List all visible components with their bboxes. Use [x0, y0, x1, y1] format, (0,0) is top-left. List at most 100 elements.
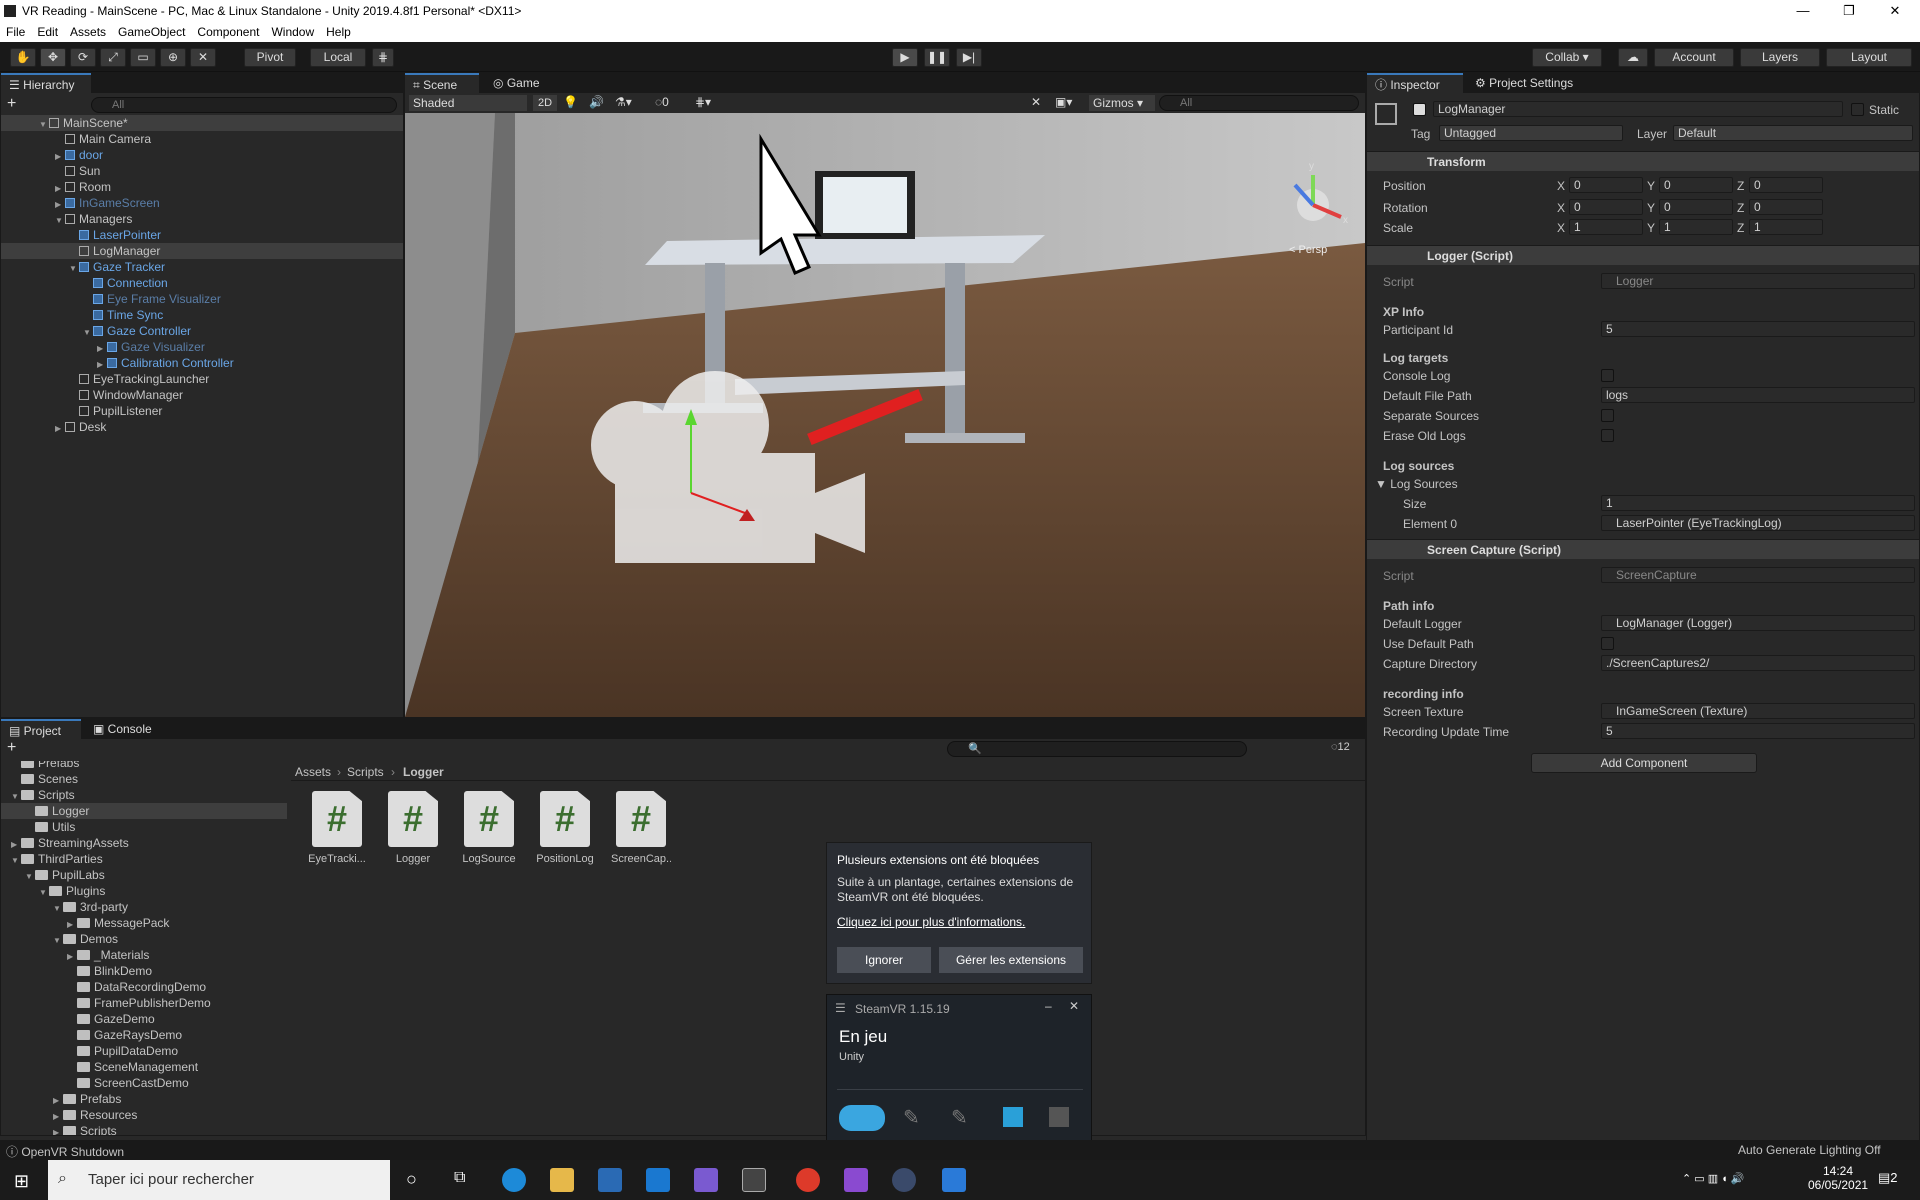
- script-asset[interactable]: # EyeTracki...: [307, 791, 367, 865]
- tools-icon[interactable]: ✕: [1031, 95, 1051, 109]
- tab-project-settings[interactable]: ⚙ Project Settings: [1467, 73, 1597, 93]
- transform-pos-y-field[interactable]: 0: [1659, 177, 1733, 193]
- transform-scl-x-field[interactable]: 1: [1569, 219, 1643, 235]
- unity-icon[interactable]: [742, 1168, 766, 1192]
- folder-item[interactable]: ▼ Demos: [1, 931, 287, 947]
- transform-tool-icon[interactable]: ⊕: [160, 48, 186, 67]
- scene-root[interactable]: ▼ MainScene*: [1, 115, 403, 131]
- console-log-checkbox[interactable]: [1601, 369, 1614, 382]
- folder-item[interactable]: SceneManagement: [1, 1059, 287, 1075]
- hierarchy-item[interactable]: Eye Frame Visualizer: [1, 291, 403, 307]
- git-icon[interactable]: [694, 1168, 718, 1192]
- script-asset[interactable]: # LogSource: [459, 791, 519, 865]
- grid-snap-icon[interactable]: ⋕: [372, 48, 394, 67]
- hierarchy-item[interactable]: Connection: [1, 275, 403, 291]
- static-checkbox[interactable]: [1851, 103, 1864, 116]
- folder-item[interactable]: FramePublisherDemo: [1, 995, 287, 1011]
- folder-item[interactable]: ▼ PupilLabs: [1, 867, 287, 883]
- hierarchy-item[interactable]: ▼ Gaze Tracker: [1, 259, 403, 275]
- default-file-path-field[interactable]: logs: [1601, 387, 1915, 403]
- windows-start-icon[interactable]: ⊞: [14, 1171, 29, 1192]
- edge-icon[interactable]: [502, 1168, 526, 1192]
- mail-icon[interactable]: [646, 1168, 670, 1192]
- notification-icon[interactable]: ▤2: [1878, 1170, 1898, 1186]
- store-icon[interactable]: [598, 1168, 622, 1192]
- 2d-toggle[interactable]: 2D: [533, 95, 557, 111]
- shading-dropdown[interactable]: Shaded: [409, 95, 527, 111]
- hierarchy-item[interactable]: EyeTrackingLauncher: [1, 371, 403, 387]
- steamvr-icon[interactable]: [892, 1168, 916, 1192]
- transform-header[interactable]: Transform: [1367, 151, 1919, 171]
- play-button[interactable]: ▶: [892, 48, 918, 67]
- menu-assets[interactable]: Assets: [64, 22, 112, 39]
- scale-tool-icon[interactable]: ⤢: [100, 48, 126, 67]
- folder-item[interactable]: GazeDemo: [1, 1011, 287, 1027]
- transform-scl-z-field[interactable]: 1: [1749, 219, 1823, 235]
- rect-tool-icon[interactable]: ▭: [130, 48, 156, 67]
- notice-info-link[interactable]: Cliquez ici pour plus d'informations.: [837, 915, 1025, 929]
- folder-item[interactable]: ▶ StreamingAssets: [1, 835, 287, 851]
- cortana-icon[interactable]: ○: [406, 1169, 417, 1190]
- chrome-icon[interactable]: [796, 1168, 820, 1192]
- tab-inspector[interactable]: ⓘ Inspector: [1367, 73, 1463, 93]
- tab-console[interactable]: ▣ Console: [85, 719, 165, 739]
- tag-dropdown[interactable]: Untagged: [1439, 125, 1623, 141]
- tab-project[interactable]: ▤ Project: [1, 719, 81, 739]
- size-field[interactable]: 1: [1601, 495, 1915, 511]
- hierarchy-item[interactable]: ▶ Desk: [1, 419, 403, 435]
- folder-item[interactable]: DataRecordingDemo: [1, 979, 287, 995]
- erase-old-logs-checkbox[interactable]: [1601, 429, 1614, 442]
- hierarchy-item[interactable]: Main Camera: [1, 131, 403, 147]
- folder-item[interactable]: ScreenCastDemo: [1, 1075, 287, 1091]
- folder-item[interactable]: Utils: [1, 819, 287, 835]
- camera-icon[interactable]: ▣▾: [1055, 95, 1085, 109]
- project-create-plus-icon[interactable]: +: [7, 739, 16, 757]
- menu-window[interactable]: Window: [265, 22, 320, 39]
- scene-search-input[interactable]: All: [1159, 95, 1359, 111]
- custom-tool-icon[interactable]: ✕: [190, 48, 216, 67]
- layout-dropdown[interactable]: Layout: [1826, 48, 1912, 67]
- account-dropdown[interactable]: Account: [1654, 48, 1734, 67]
- hierarchy-item[interactable]: Sun: [1, 163, 403, 179]
- maximize-button[interactable]: ❐: [1826, 0, 1872, 22]
- transform-rot-z-field[interactable]: 0: [1749, 199, 1823, 215]
- capture-directory-field[interactable]: ./ScreenCaptures2/: [1601, 655, 1915, 671]
- scene-viewport[interactable]: y x < Persp: [405, 113, 1365, 717]
- grid-icon[interactable]: ⋕▾: [695, 95, 725, 109]
- transform-rot-x-field[interactable]: 0: [1569, 199, 1643, 215]
- hierarchy-item[interactable]: ▼ Managers: [1, 211, 403, 227]
- script-asset[interactable]: # ScreenCap...: [611, 791, 671, 865]
- pivot-toggle[interactable]: Pivot: [244, 48, 296, 67]
- hierarchy-item[interactable]: LaserPointer: [1, 227, 403, 243]
- breadcrumb-scripts[interactable]: Scripts: [347, 765, 384, 779]
- element0-field[interactable]: LaserPointer (EyeTrackingLog): [1601, 515, 1915, 531]
- default-logger-field[interactable]: LogManager (Logger): [1601, 615, 1915, 631]
- tab-scene[interactable]: ⌗ Scene: [405, 73, 479, 93]
- visual-studio-icon[interactable]: [844, 1168, 868, 1192]
- audio-icon[interactable]: 🔊: [589, 95, 609, 109]
- file-explorer-icon[interactable]: [550, 1168, 574, 1192]
- hierarchy-item[interactable]: ▶ Gaze Visualizer: [1, 339, 403, 355]
- script-asset[interactable]: # Logger: [383, 791, 443, 865]
- clock[interactable]: 14:24 06/05/2021: [1808, 1164, 1868, 1192]
- recording-update-time-field[interactable]: 5: [1601, 723, 1915, 739]
- tab-hierarchy[interactable]: ☰ Hierarchy: [1, 73, 91, 93]
- close-window-button[interactable]: ✕: [1872, 0, 1918, 22]
- hierarchy-search-input[interactable]: All: [91, 97, 397, 113]
- steamvr-minimize-icon[interactable]: –: [1045, 999, 1052, 1013]
- breadcrumb-logger[interactable]: Logger: [403, 765, 444, 779]
- local-toggle[interactable]: Local: [310, 48, 366, 67]
- hierarchy-item[interactable]: ▼ Gaze Controller: [1, 323, 403, 339]
- transform-rot-y-field[interactable]: 0: [1659, 199, 1733, 215]
- layer-dropdown[interactable]: Default: [1673, 125, 1913, 141]
- pause-button[interactable]: ❚❚: [924, 48, 950, 67]
- hierarchy-item[interactable]: LogManager: [1, 243, 403, 259]
- move-tool-icon[interactable]: ✥: [40, 48, 66, 67]
- use-default-path-checkbox[interactable]: [1601, 637, 1614, 650]
- cloud-icon[interactable]: ☁: [1618, 48, 1648, 67]
- light-icon[interactable]: 💡: [563, 95, 583, 109]
- tray-icons[interactable]: ⌃ ▭ ▥ ◖ 🔊: [1682, 1172, 1745, 1185]
- step-button[interactable]: ▶|: [956, 48, 982, 67]
- folder-item[interactable]: ▼ Plugins: [1, 883, 287, 899]
- folder-item[interactable]: ▼ 3rd-party: [1, 899, 287, 915]
